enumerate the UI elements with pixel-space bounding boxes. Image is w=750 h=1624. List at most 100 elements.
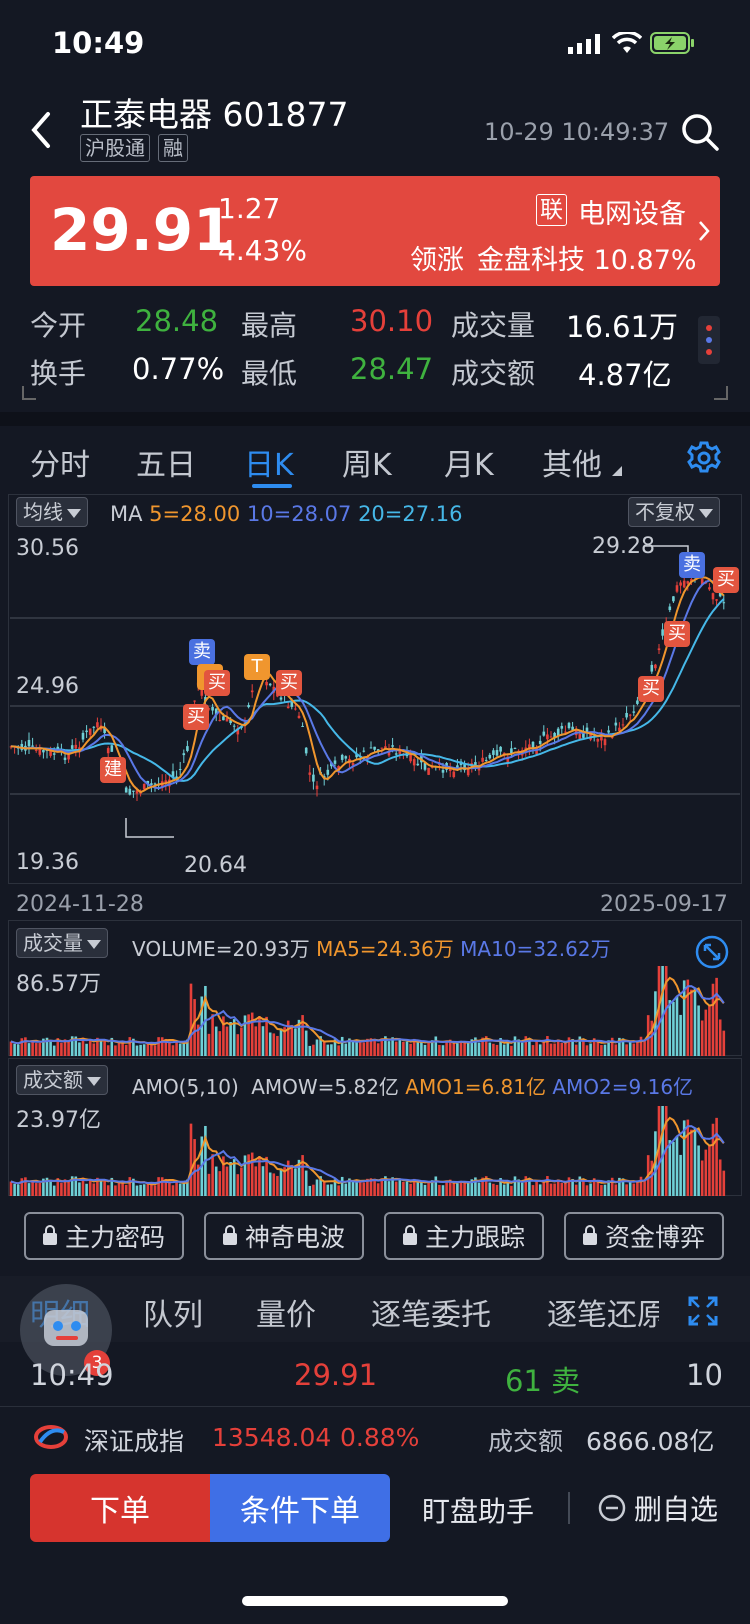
tab-liangjia[interactable]: 量价 xyxy=(256,1290,316,1334)
volume-bar xyxy=(103,1180,106,1196)
volume-bar xyxy=(99,1179,103,1196)
tab-zhubi-weituo[interactable]: 逐笔委托 xyxy=(371,1290,491,1334)
back-button[interactable] xyxy=(26,108,56,152)
turnover-label: 换手 xyxy=(30,357,87,390)
volume-bar xyxy=(247,1154,250,1196)
candle-body xyxy=(394,753,398,755)
volume-bar xyxy=(686,979,690,1056)
volume-bar xyxy=(124,1044,128,1056)
tab-fenshi[interactable]: 分时 xyxy=(30,440,90,484)
volume-bar xyxy=(254,1166,258,1196)
volume-bar xyxy=(394,1181,398,1196)
candle-body xyxy=(178,769,182,771)
settings-button[interactable] xyxy=(686,440,722,476)
signal-buy[interactable]: 买 xyxy=(183,704,209,730)
order-button[interactable]: 下单 xyxy=(30,1474,210,1542)
candle-body xyxy=(96,722,99,728)
volume-bar xyxy=(290,1024,294,1056)
tool-shenqi-dianbo[interactable]: 神奇电波 xyxy=(204,1212,364,1260)
volume-bar xyxy=(477,1042,481,1056)
candle-body xyxy=(708,587,711,590)
gear-icon xyxy=(687,441,721,473)
volume-bar xyxy=(232,1019,236,1056)
volume-bar xyxy=(60,1182,63,1196)
fullscreen-button[interactable] xyxy=(688,1296,718,1326)
volume-bar xyxy=(495,1044,499,1056)
signal-t[interactable]: T xyxy=(244,654,270,680)
volume-bar xyxy=(106,1045,110,1056)
amount-ma5-line xyxy=(10,1116,725,1186)
volume-bar xyxy=(420,1041,423,1056)
tab-zhubi-huanyuan[interactable]: 逐笔还原 xyxy=(547,1298,659,1330)
signal-buy[interactable]: 买 xyxy=(204,670,230,696)
volume-bar xyxy=(513,1176,517,1196)
watch-assistant-button[interactable]: 盯盘助手 xyxy=(422,1490,534,1530)
leader-stock[interactable]: 金盘科技 10.87% xyxy=(477,238,697,277)
signal-sell[interactable]: 卖 xyxy=(189,639,215,665)
remove-fav-button[interactable]: 删自选 xyxy=(598,1488,728,1528)
candle-body xyxy=(542,731,546,736)
candle-body xyxy=(603,739,607,746)
tab-qita[interactable]: 其他 xyxy=(542,440,602,484)
signal-sell[interactable]: 卖 xyxy=(679,552,705,578)
sector-link[interactable]: 电网设备 xyxy=(578,192,686,231)
tool-zijin-boyi[interactable]: 资金博弈 xyxy=(564,1212,724,1260)
tab-zhouk[interactable]: 周K xyxy=(342,440,392,484)
volume-bar xyxy=(236,1034,240,1056)
volume-bar xyxy=(312,1184,315,1196)
volume-bar xyxy=(672,1141,675,1196)
volume-bar xyxy=(488,1042,492,1056)
volume-bar xyxy=(117,1042,121,1056)
signal-jian[interactable]: 建 xyxy=(100,757,126,783)
volume-bar xyxy=(60,1042,63,1056)
volume-bar xyxy=(704,1149,708,1196)
volume-bar xyxy=(686,1119,690,1196)
volume-bar xyxy=(697,1005,700,1056)
volume-bar xyxy=(531,1045,535,1056)
volume-bar xyxy=(625,1184,628,1196)
candle-body xyxy=(578,733,582,740)
volume-bar xyxy=(114,1185,117,1196)
tab-rik[interactable]: 日K xyxy=(244,440,294,484)
conditional-order-button[interactable]: 条件下单 xyxy=(210,1474,390,1542)
volume-bar xyxy=(711,1123,715,1196)
signal-buy[interactable]: 买 xyxy=(276,670,302,696)
volume-bar xyxy=(596,1181,600,1196)
volume-bar xyxy=(394,1041,398,1056)
volume-bar xyxy=(589,1043,592,1056)
current-price: 29.91 xyxy=(50,196,234,264)
tool-zhuli-mima[interactable]: 主力密码 xyxy=(24,1212,184,1260)
candle-body xyxy=(679,582,682,586)
volume-bar xyxy=(466,1181,470,1196)
volume-bar xyxy=(178,1183,182,1196)
volume-bar xyxy=(585,1045,589,1056)
more-menu-button[interactable] xyxy=(698,316,720,364)
tab-duilie[interactable]: 队列 xyxy=(143,1290,203,1334)
volume-bar xyxy=(189,1123,193,1196)
tool-zhuli-genzong[interactable]: 主力跟踪 xyxy=(384,1212,544,1260)
volume-bar xyxy=(344,1043,348,1056)
volume-bar xyxy=(193,999,196,1056)
volume-bar xyxy=(362,1042,366,1056)
signal-buy[interactable]: 买 xyxy=(664,621,690,647)
signal-buy[interactable]: 买 xyxy=(638,676,664,702)
candle-body xyxy=(654,664,657,669)
candle-body xyxy=(546,734,549,740)
candle-body xyxy=(686,581,690,584)
tab-wuri[interactable]: 五日 xyxy=(136,440,196,484)
search-button[interactable] xyxy=(680,112,720,152)
candle-body xyxy=(142,783,146,790)
high-label: 最高 xyxy=(241,309,298,342)
chevron-right-icon[interactable] xyxy=(696,218,712,244)
volume-bar xyxy=(31,1041,34,1056)
tab-yuek[interactable]: 月K xyxy=(444,440,494,484)
volume-bar xyxy=(355,1041,358,1056)
minus-circle-icon xyxy=(598,1494,626,1522)
volume-bar xyxy=(326,1044,330,1056)
volume-bar xyxy=(304,1170,308,1196)
volume-bar xyxy=(708,1145,711,1196)
volume-label: 成交量 xyxy=(451,309,536,342)
volume-bar xyxy=(636,1041,639,1056)
volume-bar xyxy=(308,1045,312,1056)
signal-buy[interactable]: 买 xyxy=(713,567,739,593)
